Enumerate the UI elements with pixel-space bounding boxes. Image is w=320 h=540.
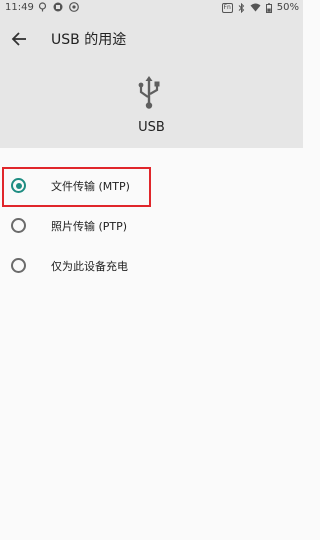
option-label-charge-only: 仅为此设备充电 [51, 260, 128, 273]
sync-icon [69, 2, 79, 12]
arrow-back-icon [11, 32, 26, 46]
page-title: USB 的用途 [51, 32, 127, 48]
status-time: 11:49 [5, 2, 34, 13]
radio-charge-only[interactable] [11, 258, 26, 273]
battery-icon [265, 2, 272, 13]
option-charge-only[interactable]: 仅为此设备充电 [0, 246, 303, 286]
option-label-photo-transfer: 照片传输 (PTP) [51, 220, 128, 233]
usb-icon [138, 76, 160, 109]
fn-icon: Fn [221, 2, 233, 13]
record-icon [53, 2, 63, 12]
bluetooth-icon [238, 2, 244, 13]
radio-photo-transfer[interactable] [11, 218, 26, 233]
usb-label: USB [138, 120, 165, 135]
highlight-box [2, 167, 151, 207]
wifi-icon [250, 3, 261, 12]
option-photo-transfer[interactable]: 照片传输 (PTP) [0, 206, 303, 246]
back-button[interactable] [6, 27, 32, 51]
status-bar: 11:49 Fn 50% [0, 0, 303, 16]
status-system-icons: Fn 50% [221, 2, 299, 13]
app-header: USB 的用途 USB [0, 16, 303, 148]
location-pin-icon [38, 2, 47, 12]
battery-percent: 50% [276, 2, 299, 13]
status-notification-icons [38, 2, 79, 12]
